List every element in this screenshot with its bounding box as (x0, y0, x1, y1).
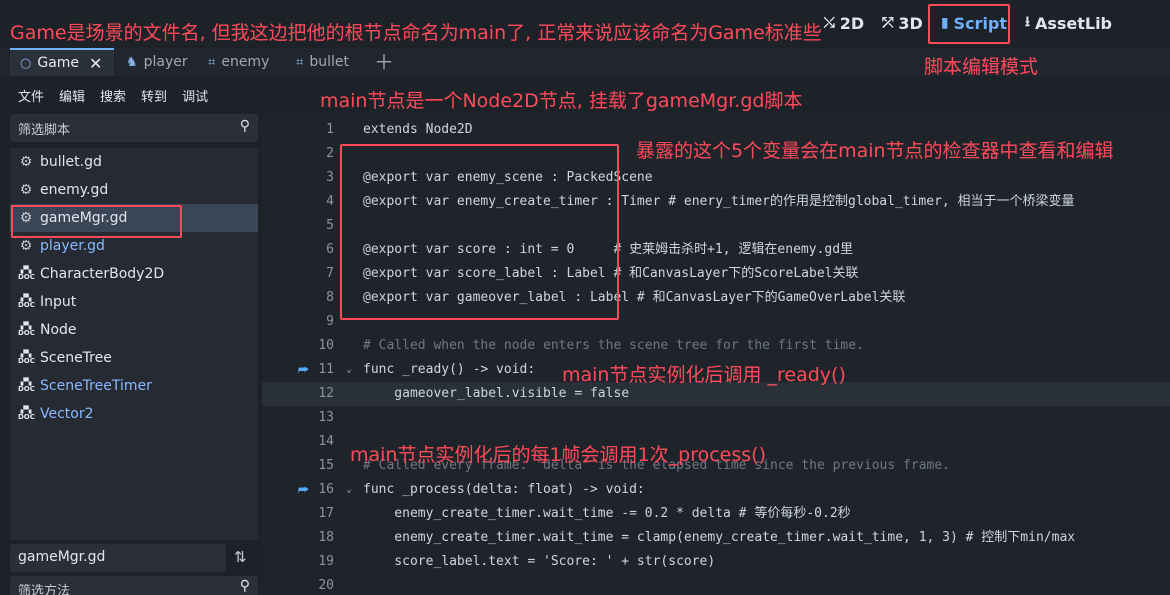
list-item[interactable]: ▞▚ DOC SceneTree (10, 344, 258, 372)
annotation-ready: main节点实例化后调用 _ready() (562, 364, 846, 386)
code-line: 10 # Called when the node enters the scen… (318, 338, 864, 353)
menu-search[interactable]: 搜索 (100, 86, 126, 105)
current-script-label: gameMgr.gd (10, 544, 226, 572)
gear-icon: ⚙ (19, 238, 33, 254)
list-item[interactable]: ⚙ bullet.gd (10, 148, 258, 176)
sort-icon[interactable]: ⇅ (234, 548, 247, 566)
list-item[interactable]: ▞▚ DOC CharacterBody2D (10, 260, 258, 288)
method-filter-input[interactable]: 筛选方法 ⚲ (10, 576, 258, 595)
code-line: 18 enemy_create_timer.wait_time = clamp(… (318, 530, 1076, 545)
fold-icon[interactable]: ⌄ (346, 478, 352, 502)
close-icon[interactable]: ✕ (89, 54, 102, 73)
highlight-box-gamemgr (11, 205, 182, 238)
tab-game[interactable]: ○ Game ✕ (10, 48, 114, 76)
annotation-main-node: main节点是一个Node2D节点, 挂载了gameMgr.gd脚本 (320, 90, 803, 112)
add-tab-icon[interactable]: ＋ (374, 48, 394, 76)
doc-icon: ▞▚ DOC (18, 350, 35, 365)
doc-icon: ▞▚ DOC (18, 266, 35, 281)
code-line: 13 (318, 410, 334, 425)
menu-debug[interactable]: 调试 (182, 86, 208, 105)
code-line: 17 enemy_create_timer.wait_time -= 0.2 *… (318, 506, 851, 521)
code-line: ⮫ 16 ⌄ func _process(delta: float) -> void: (262, 478, 1170, 502)
list-item[interactable]: ⚙ enemy.gd (10, 176, 258, 204)
mode-assetlib-button[interactable]: ⭳ AssetLib (1025, 11, 1112, 35)
node2d-icon: ○ (20, 55, 32, 71)
tab-player[interactable]: ♞ player (126, 48, 188, 76)
tab-enemy[interactable]: ⌗ enemy (208, 48, 269, 76)
menu-file[interactable]: 文件 (18, 86, 44, 105)
doc-icon: ▞▚ DOC (18, 322, 35, 337)
doc-icon: ▞▚ DOC (18, 378, 35, 393)
fold-icon[interactable]: ⌄ (346, 358, 352, 382)
gear-icon: ⚙ (19, 182, 33, 198)
doc-icon: ▞▚ DOC (18, 294, 35, 309)
annotation-title-note: Game是场景的文件名, 但我这边把他的根节点命名为main了, 正常来说应该命… (10, 22, 822, 44)
tab-bullet[interactable]: ⌗ bullet (296, 48, 349, 76)
node2d-icon: ⌗ (296, 54, 304, 70)
mode-3d-button[interactable]: ⤱ 3D (882, 14, 923, 33)
annotation-script-mode: 脚本编辑模式 (924, 56, 1039, 78)
node2d-icon: ⌗ (208, 54, 216, 70)
annotation-process: main节点实例化后的每1帧会调用1次_process() (350, 444, 766, 466)
script-menu-bar: 文件 编辑 搜索 转到 调试 (0, 76, 260, 114)
menu-goto[interactable]: 转到 (141, 86, 167, 105)
menu-edit[interactable]: 编辑 (59, 86, 85, 105)
characterbody-icon: ♞ (126, 54, 138, 70)
mode-2d-button[interactable]: ⤯ 2D (824, 14, 865, 33)
code-line: 20 (318, 578, 334, 593)
list-item[interactable]: ▞▚ DOC Node (10, 316, 258, 344)
assetlib-icon: ⭳ (1025, 14, 1030, 30)
highlight-box-exported-vars (340, 144, 619, 320)
doc-icon: ▞▚ DOC (18, 406, 35, 421)
3d-icon: ⤱ (882, 15, 894, 31)
code-text: extends Node2D (363, 122, 473, 137)
search-icon: ⚲ (239, 118, 250, 134)
list-item[interactable]: ▞▚ DOC Input (10, 288, 258, 316)
list-item[interactable]: ▞▚ DOC SceneTreeTimer (10, 372, 258, 400)
list-item[interactable]: ▞▚ DOC Vector2 (10, 400, 258, 428)
annotation-exported-vars: 暴露的这个5个变量会在main节点的检查器中查看和编辑 (636, 140, 1114, 162)
2d-icon: ⤯ (823, 15, 835, 31)
script-filter-input[interactable]: 筛选脚本 ⚲ (10, 114, 258, 142)
code-line: 19 score_label.text = 'Score: ' + str(sc… (318, 554, 716, 569)
highlight-box-script-mode (928, 4, 1010, 44)
search-icon: ⚲ (239, 578, 250, 594)
gear-icon: ⚙ (19, 154, 33, 170)
